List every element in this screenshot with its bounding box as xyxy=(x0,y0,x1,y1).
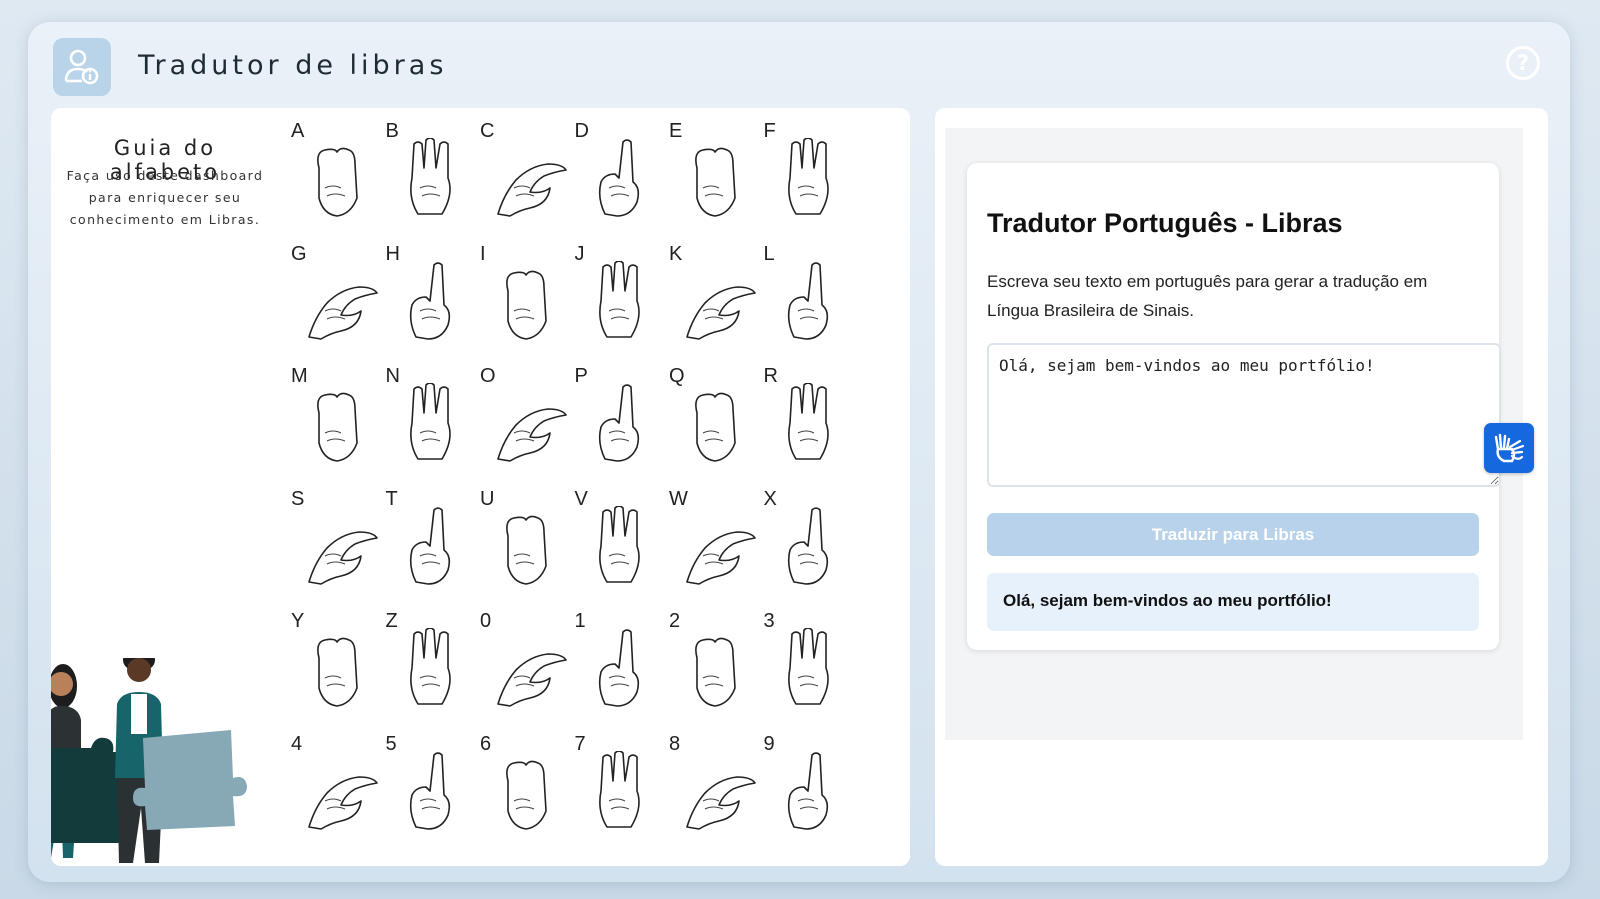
hand-sign-icon xyxy=(409,383,451,460)
hand-sign-icon xyxy=(787,628,829,705)
sign-card-t: T xyxy=(386,476,484,596)
vlibras-widget-button[interactable] xyxy=(1484,423,1534,473)
sign-card-b: B xyxy=(386,108,484,228)
sign-card-n: N xyxy=(386,353,484,473)
hand-sign-icon xyxy=(598,750,640,828)
sign-card-d: D xyxy=(575,108,673,228)
sign-card-7: 7 xyxy=(575,721,673,841)
hand-sign-icon xyxy=(497,408,567,462)
sign-card-f: F xyxy=(764,108,862,228)
sign-card-w: W xyxy=(669,476,767,596)
hand-sign-icon xyxy=(409,138,451,215)
hand-sign-icon xyxy=(506,515,547,585)
sign-card-q: Q xyxy=(669,353,767,473)
sign-card-a: A xyxy=(291,108,389,228)
hand-sign-icon xyxy=(787,383,829,460)
hand-sign-icon xyxy=(787,751,828,830)
hand-sign-icon xyxy=(695,392,736,462)
hand-sign-icon xyxy=(686,775,756,830)
sign-card-9: 9 xyxy=(764,721,862,841)
people-puzzle-illustration xyxy=(51,658,247,863)
sign-card-6: 6 xyxy=(480,721,578,841)
hand-sign-icon xyxy=(409,751,450,830)
sign-card-u: U xyxy=(480,476,578,596)
sign-card-i: I xyxy=(480,231,578,351)
sign-card-r: R xyxy=(764,353,862,473)
hand-sign-icon xyxy=(598,384,639,462)
sign-card-l: L xyxy=(764,231,862,351)
sign-card-z: Z xyxy=(386,598,484,718)
sign-card-8: 8 xyxy=(669,721,767,841)
hand-sign-icon xyxy=(787,138,829,215)
hand-sign-icon xyxy=(308,530,378,585)
sign-card-x: X xyxy=(764,476,862,596)
hand-sign-icon xyxy=(598,260,640,338)
hand-sign-icon xyxy=(409,261,450,340)
sign-letter-label: J xyxy=(574,242,585,265)
sign-card-y: Y xyxy=(291,598,389,718)
alphabet-guide-panel: Guia do alfabeto Faça uso deste dashboar… xyxy=(51,108,910,866)
sign-card-s: S xyxy=(291,476,389,596)
sign-card-v: V xyxy=(575,476,673,596)
sign-card-3: 3 xyxy=(764,598,862,718)
translation-output: Olá, sejam bem-vindos ao meu portfólio! xyxy=(987,573,1479,631)
guide-subtitle-line: conhecimento em Libras. xyxy=(69,212,261,227)
sign-card-4: 4 xyxy=(291,721,389,841)
hand-sign-icon xyxy=(598,505,640,583)
hand-sign-icon xyxy=(787,506,828,585)
translator-description: Escreva seu texto em português para gera… xyxy=(987,272,1428,320)
hand-sign-icon xyxy=(695,637,736,707)
sign-letter-label: I xyxy=(480,242,486,265)
sign-card-5: 5 xyxy=(386,721,484,841)
hand-sign-icon xyxy=(317,392,358,462)
app-logo xyxy=(53,38,111,96)
translator-title: Tradutor Português - Libras xyxy=(987,208,1343,238)
sign-card-p: P xyxy=(575,353,673,473)
hand-sign-icon xyxy=(317,147,358,217)
hand-sign-icon xyxy=(497,163,567,217)
hand-sign-icon xyxy=(308,775,378,830)
hand-sign-icon xyxy=(317,637,358,707)
sign-card-2: 2 xyxy=(669,598,767,718)
hand-sign-icon xyxy=(598,629,639,707)
hand-sign-icon xyxy=(409,506,450,585)
sign-card-j: J xyxy=(575,231,673,351)
guide-subtitle-line: para enriquecer seu xyxy=(88,190,242,205)
portuguese-text-input[interactable] xyxy=(987,343,1501,487)
sign-card-c: C xyxy=(480,108,578,228)
translator-card: Tradutor Português - Libras Escreva seu … xyxy=(967,163,1534,650)
hand-sign-icon xyxy=(506,760,547,830)
hand-sign-icon xyxy=(787,261,828,340)
hand-sign-icon xyxy=(506,270,547,340)
sign-card-g: G xyxy=(291,231,389,351)
guide-subtitle: Faça uso deste dashboard para enriquecer… xyxy=(59,165,271,231)
hand-sign-icon xyxy=(308,285,378,340)
hand-sign-icon xyxy=(686,530,756,585)
guide-subtitle-line: Faça uso deste dashboard xyxy=(66,168,264,183)
translator-container: Tradutor Português - Libras Escreva seu … xyxy=(945,128,1534,740)
sign-language-hands-icon xyxy=(1494,433,1525,463)
hand-sign-icon xyxy=(409,628,451,705)
help-button[interactable]: ? xyxy=(1506,46,1540,80)
hand-sign-icon xyxy=(497,653,567,707)
translator-panel: Tradutor Português - Libras Escreva seu … xyxy=(935,108,1548,866)
sign-card-h: H xyxy=(386,231,484,351)
app-title: Tradutor de libras xyxy=(138,50,448,81)
hand-sign-icon xyxy=(598,139,639,217)
hand-sign-icon xyxy=(686,285,756,340)
help-icon: ? xyxy=(1516,51,1530,75)
hand-sign-icon xyxy=(695,147,736,217)
user-info-icon xyxy=(64,49,99,85)
sign-card-e: E xyxy=(669,108,767,228)
sign-card-1: 1 xyxy=(575,598,673,718)
sign-card-m: M xyxy=(291,353,389,473)
sign-card-0: 0 xyxy=(480,598,578,718)
sign-card-k: K xyxy=(669,231,767,351)
translate-button[interactable]: Traduzir para Libras xyxy=(987,513,1479,556)
sign-card-o: O xyxy=(480,353,578,473)
